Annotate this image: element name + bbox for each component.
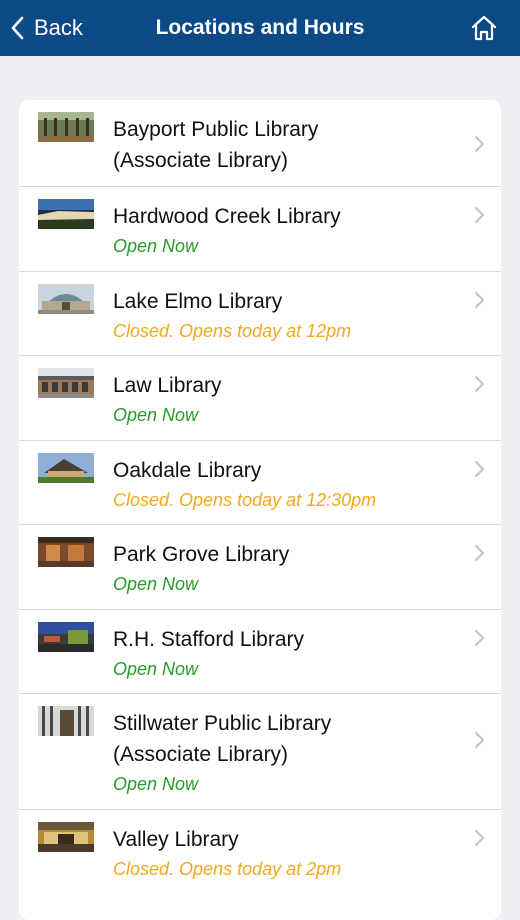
chevron-right-icon (474, 829, 485, 847)
location-row-stillwater[interactable]: Stillwater Public Library (Associate Lib… (19, 694, 501, 810)
location-status: Open Now (113, 774, 199, 794)
chevron-left-icon (11, 16, 24, 40)
valley-library-photo (38, 822, 94, 852)
back-label: Back (34, 15, 83, 40)
lake-elmo-library-photo (38, 284, 94, 314)
back-button[interactable]: Back (8, 0, 83, 56)
location-row-oakdale[interactable]: Oakdale Library Closed. Opens today at 1… (19, 441, 501, 525)
location-name: Law Library (113, 374, 222, 397)
location-row-park-grove[interactable]: Park Grove Library Open Now (19, 525, 501, 610)
chevron-right-icon (474, 375, 485, 393)
location-row-hardwood-creek[interactable]: Hardwood Creek Library Open Now (19, 187, 501, 272)
location-name: Stillwater Public Library (Associate Lib… (113, 712, 332, 766)
location-status: Closed. Opens today at 2pm (113, 859, 342, 879)
location-name: Park Grove Library (113, 543, 290, 566)
chevron-right-icon (474, 460, 485, 478)
park-grove-library-photo (38, 537, 94, 567)
hardwood-creek-library-photo (38, 199, 94, 229)
chevron-right-icon (474, 291, 485, 309)
location-row-lake-elmo[interactable]: Lake Elmo Library Closed. Opens today at… (19, 272, 501, 356)
location-row-valley[interactable]: Valley Library Closed. Opens today at 2p… (19, 810, 501, 898)
location-name: Oakdale Library (113, 459, 262, 482)
chevron-right-icon (474, 544, 485, 562)
law-library-photo (38, 368, 94, 398)
location-name: R.H. Stafford Library (113, 628, 305, 651)
location-status: Closed. Opens today at 12pm (113, 321, 352, 341)
chevron-right-icon (474, 135, 485, 153)
location-row-law-library[interactable]: Law Library Open Now (19, 356, 501, 441)
location-name: Bayport Public Library (Associate Librar… (113, 118, 319, 172)
location-name: Hardwood Creek Library (113, 205, 341, 228)
oakdale-library-photo (38, 453, 94, 483)
bayport-library-photo (38, 112, 94, 142)
location-name: Valley Library (113, 828, 239, 851)
chevron-right-icon (474, 731, 485, 749)
location-status: Open Now (113, 574, 199, 594)
locations-list: Bayport Public Library (Associate Librar… (19, 100, 501, 920)
navigation-bar: Back Locations and Hours (0, 0, 520, 56)
location-name: Lake Elmo Library (113, 290, 283, 313)
location-status: Open Now (113, 405, 199, 425)
location-status: Open Now (113, 659, 199, 679)
location-status: Closed. Opens today at 12:30pm (113, 490, 377, 510)
chevron-right-icon (474, 206, 485, 224)
chevron-right-icon (474, 629, 485, 647)
home-icon[interactable] (470, 14, 498, 42)
rh-stafford-library-photo (38, 622, 94, 652)
stillwater-library-photo (38, 706, 94, 736)
location-status: Open Now (113, 236, 199, 256)
location-row-bayport[interactable]: Bayport Public Library (Associate Librar… (19, 100, 501, 187)
location-row-rh-stafford[interactable]: R.H. Stafford Library Open Now (19, 610, 501, 694)
